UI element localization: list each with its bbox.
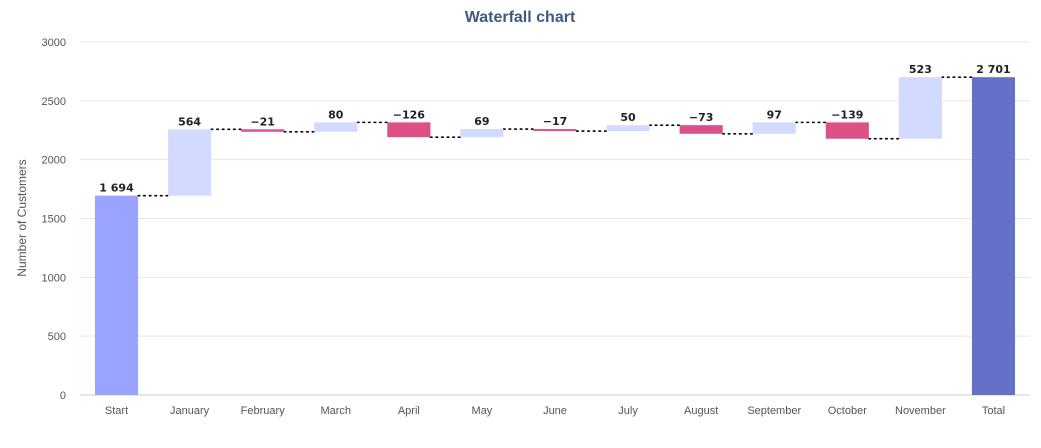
x-tick-label: September (747, 405, 801, 417)
data-label: 80 (328, 108, 344, 121)
bar-may (460, 129, 504, 138)
bar-november (898, 77, 942, 139)
x-tick-label: March (320, 405, 351, 417)
data-label: −21 (250, 115, 275, 128)
bar-january (168, 129, 212, 196)
x-tick-label: February (241, 405, 286, 417)
x-tick-label: January (170, 405, 210, 417)
x-tick-label: Total (982, 405, 1005, 417)
data-labels: 1 694 564 −21 80 −126 69 −17 50 −73 97 −139 523 2 70… (99, 63, 1010, 194)
y-tick-label: 0 (60, 390, 66, 402)
y-axis-label: Number of Customers (15, 159, 29, 276)
data-label: 97 (767, 108, 782, 121)
y-tick-label: 1000 (42, 272, 66, 284)
axis-ticks: 0 500 1000 1500 2000 2500 3000 Start January Febr… (42, 37, 1006, 417)
bar-march (314, 122, 358, 132)
x-tick-label: October (828, 405, 867, 417)
chart-canvas: Waterfall chart Number of Customers 1 69… (15, 9, 1030, 417)
bar-start (94, 195, 139, 395)
bar-august (679, 125, 723, 134)
data-label: 564 (178, 115, 201, 128)
bar-total (971, 77, 1016, 395)
y-tick-label: 2500 (42, 96, 66, 108)
x-tick-label: Start (105, 405, 128, 417)
data-label: 523 (909, 63, 932, 76)
bar-april (387, 122, 431, 138)
x-tick-label: May (472, 405, 493, 417)
x-tick-label: April (398, 405, 420, 417)
data-label: −126 (393, 108, 426, 121)
data-label: 2 701 (976, 63, 1010, 76)
waterfall-chart: Waterfall chart Number of Customers 1 69… (0, 0, 1041, 448)
x-tick-label: August (684, 405, 718, 417)
bar-june (533, 129, 577, 132)
y-tick-label: 2000 (42, 155, 66, 167)
x-tick-label: June (543, 405, 567, 417)
bar-february (241, 129, 285, 132)
data-label: 1 694 (99, 182, 134, 195)
data-label: −17 (543, 115, 568, 128)
bar-october (825, 122, 869, 139)
data-label: 69 (474, 115, 489, 128)
data-label: −139 (831, 108, 863, 121)
bar-july (606, 125, 650, 132)
data-label: −73 (689, 111, 714, 124)
bar-september (752, 122, 796, 134)
x-tick-label: July (618, 405, 638, 417)
x-tick-label: November (895, 405, 946, 417)
y-tick-label: 500 (48, 331, 66, 343)
chart-title: Waterfall chart (465, 9, 576, 26)
data-label: 50 (620, 111, 636, 124)
y-tick-label: 3000 (42, 37, 66, 49)
y-tick-label: 1500 (42, 214, 66, 226)
grid-lines (80, 41, 1030, 396)
